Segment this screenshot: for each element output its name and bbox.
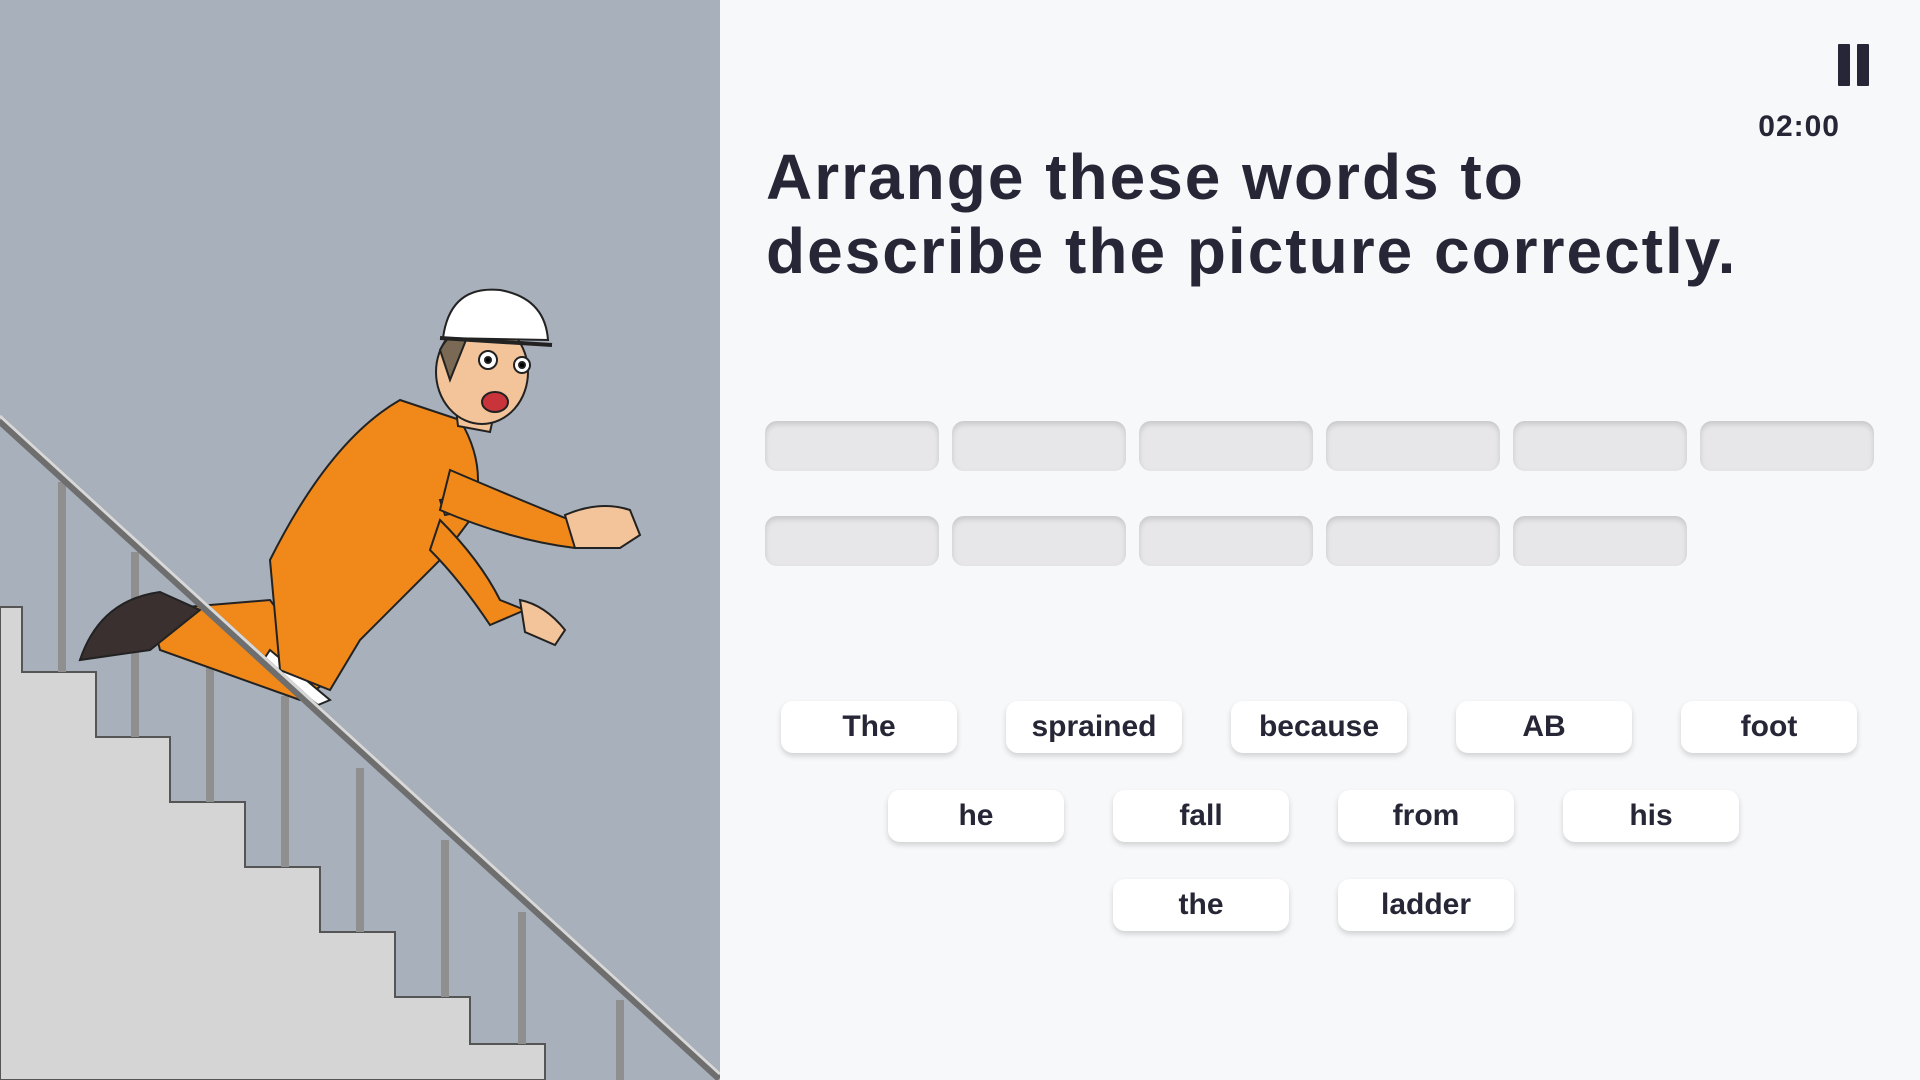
- pause-icon: [1838, 44, 1850, 86]
- game-screen: 02:00 Arrange these words to describe th…: [0, 0, 1920, 1080]
- falling-worker: [78, 288, 642, 707]
- prompt-line-1: Arrange these words to: [766, 141, 1525, 213]
- word-chip[interactable]: because: [1231, 701, 1407, 753]
- answer-slot[interactable]: [1139, 421, 1313, 471]
- scene-illustration: [0, 0, 720, 1080]
- word-chip[interactable]: the: [1113, 879, 1289, 931]
- answer-slot[interactable]: [1326, 421, 1500, 471]
- word-chip[interactable]: sprained: [1006, 701, 1182, 753]
- word-chip[interactable]: AB: [1456, 701, 1632, 753]
- word-chip[interactable]: from: [1338, 790, 1514, 842]
- word-chip[interactable]: his: [1563, 790, 1739, 842]
- word-chip[interactable]: foot: [1681, 701, 1857, 753]
- word-chip[interactable]: he: [888, 790, 1064, 842]
- answer-slot[interactable]: [1139, 516, 1313, 566]
- pause-button[interactable]: [1836, 44, 1872, 88]
- question-panel: 02:00 Arrange these words to describe th…: [720, 0, 1920, 1080]
- word-chip[interactable]: ladder: [1338, 879, 1514, 931]
- answer-slot[interactable]: [765, 516, 939, 566]
- prompt-line-2: describe the picture correctly.: [766, 215, 1738, 287]
- word-chip[interactable]: fall: [1113, 790, 1289, 842]
- answer-slot[interactable]: [952, 516, 1126, 566]
- countdown-timer: 02:00: [1758, 110, 1840, 143]
- word-chip[interactable]: The: [781, 701, 957, 753]
- answer-slot[interactable]: [1326, 516, 1500, 566]
- answer-slot[interactable]: [1513, 516, 1687, 566]
- answer-slot[interactable]: [1513, 421, 1687, 471]
- question-prompt: Arrange these words to describe the pict…: [766, 140, 1886, 288]
- answer-slot[interactable]: [765, 421, 939, 471]
- worker-falling-on-stairs-image: [0, 288, 720, 1080]
- answer-slot[interactable]: [952, 421, 1126, 471]
- answer-slot[interactable]: [1700, 421, 1874, 471]
